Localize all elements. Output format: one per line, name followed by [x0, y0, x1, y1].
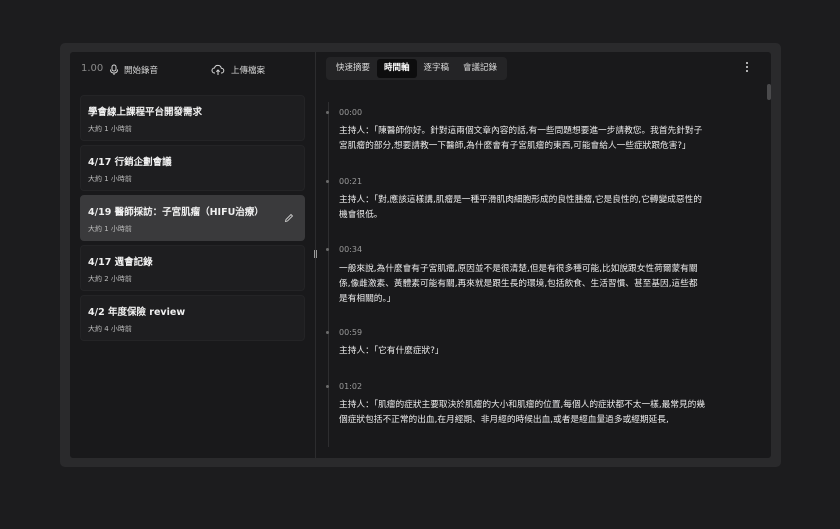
start-recording-button[interactable]: 開始錄音: [108, 60, 158, 80]
microphone-icon: [110, 64, 118, 75]
recording-item-selected[interactable]: 4/19 醫師採訪：子宮肌瘤（HIFU治療） 大約 1 小時前: [80, 195, 305, 241]
segment-line: 主持人：「陳醫師你好。針對這兩個文章內容的話,有一些問題想要進一步請教您。我首先…: [339, 126, 703, 136]
timeline-line: [328, 102, 329, 447]
segment-timestamp[interactable]: 00:34: [339, 245, 362, 254]
timeline-dot: [326, 385, 329, 388]
segment-timestamp[interactable]: 00:21: [339, 177, 362, 186]
recording-title: 學會線上課程平台開發需求: [88, 107, 203, 118]
recordings-toolbar: 1.00 開始錄音 上傳檔案: [70, 52, 315, 88]
segment-timestamp[interactable]: 00:00: [339, 108, 362, 117]
app-content: 1.00 開始錄音 上傳檔案 學會線上課程平台開發需求 大約 1 小時前 4/1…: [70, 52, 771, 458]
segment-text: 一般來說,為什麼會有子宮肌瘤,原因並不是很清楚,但是有很多種可能,比如說跟女性荷…: [339, 262, 759, 307]
recording-time: 大約 2 小時前: [88, 275, 132, 283]
pencil-icon[interactable]: [284, 213, 294, 223]
recording-title: 4/19 醫師採訪：子宮肌瘤（HIFU治療）: [88, 207, 264, 218]
recording-list: 學會線上課程平台開發需求 大約 1 小時前 4/17 行銷企劃會議 大約 1 小…: [80, 95, 305, 345]
segment-line: 個症狀包括不正常的出血,在月經期、非月經的時候出血,或者是經血量過多或經期延長,: [339, 415, 669, 425]
recording-item[interactable]: 4/17 週會記錄 大約 2 小時前: [80, 245, 305, 291]
upload-file-button[interactable]: 上傳檔案: [211, 60, 265, 80]
segment-text: 主持人：「對,應該這樣講,肌瘤是一種平滑肌肉細胞形成的良性腫瘤,它是良性的,它轉…: [339, 193, 759, 223]
segment-timestamp[interactable]: 00:59: [339, 328, 362, 337]
more-options-icon[interactable]: [741, 60, 753, 76]
timeline-dot: [326, 111, 329, 114]
segment-line: 宮肌瘤的部分,想要請教一下醫師,為什麼會有子宮肌瘤的東西,可能會給人一些症狀跟危…: [339, 141, 691, 151]
upload-file-label: 上傳檔案: [231, 66, 266, 76]
recordings-panel: 1.00 開始錄音 上傳檔案 學會線上課程平台開發需求 大約 1 小時前 4/1…: [70, 52, 315, 458]
segment-timestamp[interactable]: 01:02: [339, 382, 362, 391]
segment-line: 主持人：「肌瘤的症狀主要取決於肌瘤的大小和肌瘤的位置,每個人的症狀都不太一樣,最…: [339, 400, 706, 410]
segment-text: 主持人：「它有什麼症狀?」: [339, 344, 759, 359]
recording-time: 大約 1 小時前: [88, 225, 132, 233]
timeline-dot: [326, 180, 329, 183]
timeline-dot: [326, 248, 329, 251]
tab-meeting-notes[interactable]: 會議記錄: [456, 59, 504, 78]
segment-line: 主持人：「它有什麼症狀?」: [339, 346, 444, 356]
segment-text: 主持人：「肌瘤的症狀主要取決於肌瘤的大小和肌瘤的位置,每個人的症狀都不太一樣,最…: [339, 398, 759, 428]
cloud-upload-icon: [211, 64, 225, 75]
recording-title: 4/17 週會記錄: [88, 257, 153, 268]
recording-title: 4/2 年度保險 review: [88, 307, 186, 318]
segment-line: 機會很低。: [339, 210, 383, 220]
recording-time: 大約 4 小時前: [88, 325, 132, 333]
recording-title: 4/17 行銷企劃會議: [88, 157, 172, 168]
transcript-panel: 快速摘要 時間軸 逐字稿 會議記錄 00:00 主持人：「陳醫師你好。針對這兩個…: [316, 52, 771, 458]
recording-time: 大約 1 小時前: [88, 125, 132, 133]
app-window: 1.00 開始錄音 上傳檔案 學會線上課程平台開發需求 大約 1 小時前 4/1…: [60, 43, 781, 467]
tab-transcript[interactable]: 逐字稿: [417, 59, 457, 78]
timeline-dot: [326, 331, 329, 334]
segment-line: 一般來說,為什麼會有子宮肌瘤,原因並不是很清楚,但是有很多種可能,比如說跟女性荷…: [339, 264, 698, 274]
scrollbar-thumb[interactable]: [767, 84, 771, 100]
segment-line: 是有相關的。」: [339, 294, 396, 304]
counter-value: 1.00: [81, 63, 104, 74]
recording-item[interactable]: 4/2 年度保險 review 大約 4 小時前: [80, 295, 305, 341]
tab-timeline[interactable]: 時間軸: [377, 59, 417, 78]
recording-time: 大約 1 小時前: [88, 175, 132, 183]
start-recording-label: 開始錄音: [124, 66, 159, 76]
tab-quick-summary[interactable]: 快速摘要: [329, 59, 377, 78]
recording-item[interactable]: 學會線上課程平台開發需求 大約 1 小時前: [80, 95, 305, 141]
recording-item[interactable]: 4/17 行銷企劃會議 大約 1 小時前: [80, 145, 305, 191]
segment-text: 主持人：「陳醫師你好。針對這兩個文章內容的話,有一些問題想要進一步請教您。我首先…: [339, 124, 759, 154]
segment-line: 係,像雌激素、黃體素可能有關,再來就是跟生長的環境,包括飲食、生活習慣、甚至基因…: [339, 279, 698, 289]
segment-line: 主持人：「對,應該這樣講,肌瘤是一種平滑肌肉細胞形成的良性腫瘤,它是良性的,它轉…: [339, 195, 702, 205]
view-tabs: 快速摘要 時間軸 逐字稿 會議記錄: [326, 57, 508, 80]
